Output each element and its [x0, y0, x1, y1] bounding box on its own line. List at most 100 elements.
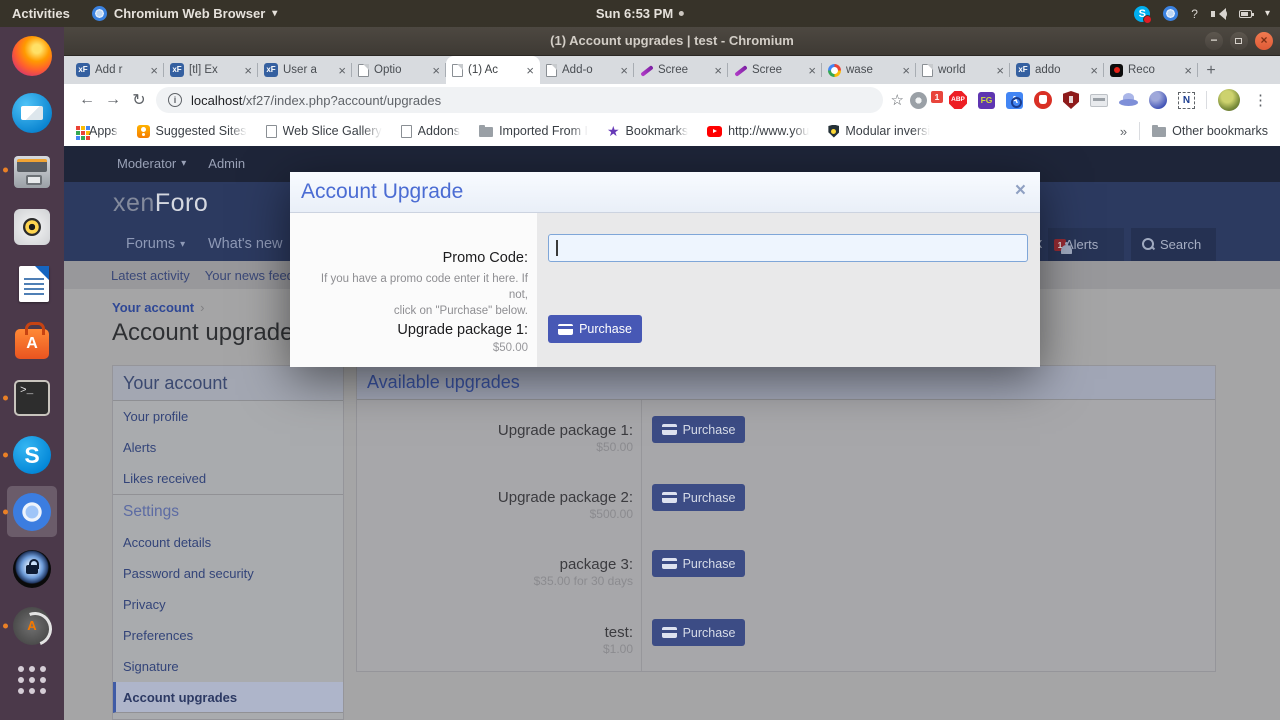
tab-close-icon[interactable]: ×: [150, 63, 158, 78]
site-logo[interactable]: xenForo: [113, 189, 208, 218]
tab-close-icon[interactable]: ×: [996, 63, 1004, 78]
sidebar-item-alerts[interactable]: Alerts: [113, 432, 343, 463]
media-reel-extension-icon[interactable]: [910, 92, 927, 109]
tab-6[interactable]: Add-o×: [540, 56, 634, 84]
new-tab-button[interactable]: +: [1198, 58, 1224, 84]
skype-tray-icon[interactable]: S: [1134, 6, 1150, 22]
purchase-button[interactable]: Purchase: [652, 484, 745, 511]
nav-item-whats-new[interactable]: What's new: [208, 228, 283, 261]
bookmark-youtube[interactable]: http://www.you: [707, 124, 809, 138]
dock-item-chromium[interactable]: [0, 483, 64, 540]
tab-close-icon[interactable]: ×: [1090, 63, 1098, 78]
other-bookmarks-button[interactable]: Other bookmarks: [1152, 124, 1268, 138]
tab-close-icon[interactable]: ×: [714, 63, 722, 78]
bookmark-bookmarks[interactable]: ★Bookmarks: [607, 123, 688, 140]
tab-close-icon[interactable]: ×: [526, 63, 534, 78]
tab-5-active[interactable]: (1) Ac×: [446, 56, 540, 84]
nav-item-alerts[interactable]: 1 Alerts: [1048, 228, 1124, 261]
fg-extension-icon[interactable]: FG: [978, 92, 995, 109]
tab-3[interactable]: xFUser a×: [258, 56, 352, 84]
sidebar-item-account-details[interactable]: Account details: [113, 527, 343, 558]
breadcrumb-item[interactable]: Your account: [112, 300, 194, 315]
sidebar-item-account-upgrades[interactable]: Account upgrades: [113, 682, 343, 713]
profile-avatar[interactable]: [1218, 89, 1240, 111]
tab-2[interactable]: xF[tl] Ex×: [164, 56, 258, 84]
tab-close-icon[interactable]: ×: [432, 63, 440, 78]
tab-12[interactable]: Reco×: [1104, 56, 1198, 84]
site-info-icon[interactable]: i: [168, 93, 182, 107]
bookmark-star-icon[interactable]: ☆: [891, 91, 904, 109]
app-menu[interactable]: Chromium Web Browser ▾: [82, 6, 287, 21]
forward-button[interactable]: →: [100, 91, 126, 109]
dock-item-software-updater[interactable]: A: [0, 597, 64, 654]
subnav-your-news-feed[interactable]: Your news feed: [205, 268, 294, 283]
globe-extension-icon[interactable]: [1149, 91, 1167, 109]
volume-icon[interactable]: [1211, 8, 1226, 20]
dock-item-archive-manager[interactable]: [0, 141, 64, 198]
stop-hand-extension-icon[interactable]: [1034, 91, 1052, 109]
dock-item-ubuntu-software[interactable]: A: [0, 312, 64, 369]
sidebar-item-password-and-security[interactable]: Password and security: [113, 558, 343, 589]
dock-item-skype[interactable]: S: [0, 426, 64, 483]
chevron-down-icon[interactable]: ▾: [1265, 8, 1270, 19]
purchase-button[interactable]: Purchase: [652, 550, 745, 577]
chromium-tray-icon[interactable]: [1163, 6, 1178, 21]
sidebar-item-your-profile[interactable]: Your profile: [113, 401, 343, 432]
battery-icon[interactable]: [1239, 10, 1252, 18]
sidebar-item-privacy[interactable]: Privacy: [113, 589, 343, 620]
bookmarks-overflow-icon[interactable]: »: [1120, 124, 1127, 139]
clock[interactable]: Sun 6:53 PM: [596, 6, 684, 21]
translate-extension-icon[interactable]: A: [1006, 92, 1023, 109]
dock-item-show-applications[interactable]: [0, 654, 64, 711]
activities-button[interactable]: Activities: [0, 6, 82, 21]
purchase-button[interactable]: Purchase: [652, 416, 745, 443]
tab-10[interactable]: world×: [916, 56, 1010, 84]
sidebar-item-signature[interactable]: Signature: [113, 651, 343, 682]
bookmark-addons[interactable]: Addons: [401, 124, 460, 138]
tab-close-icon[interactable]: ×: [244, 63, 252, 78]
purchase-button[interactable]: Purchase: [652, 619, 745, 646]
modal-close-icon[interactable]: ×: [1015, 180, 1026, 202]
nav-item-forums[interactable]: Forums▾: [126, 228, 185, 261]
breadcrumb[interactable]: Your account›: [112, 300, 204, 315]
admin-link[interactable]: Admin: [208, 156, 245, 171]
tab-close-icon[interactable]: ×: [902, 63, 910, 78]
dock-item-rhythmbox[interactable]: [0, 198, 64, 255]
tab-close-icon[interactable]: ×: [808, 63, 816, 78]
tab-8[interactable]: Scree×: [728, 56, 822, 84]
promo-code-input[interactable]: [548, 234, 1028, 262]
close-button[interactable]: ×: [1255, 32, 1273, 50]
sidebar-item-likes-received[interactable]: Likes received: [113, 463, 343, 494]
help-icon[interactable]: ?: [1191, 7, 1198, 21]
dock-item-thunderbird[interactable]: [0, 84, 64, 141]
tab-11[interactable]: xFaddo×: [1010, 56, 1104, 84]
address-bar[interactable]: i localhost/xf27/index.php?account/upgra…: [156, 87, 883, 113]
nav-item-search[interactable]: Search: [1131, 228, 1216, 261]
dark-shield-extension-icon[interactable]: [1063, 91, 1079, 109]
tab-7[interactable]: Scree×: [634, 56, 728, 84]
browser-menu-icon[interactable]: ⋮: [1251, 91, 1270, 109]
bookmark-suggested-sites[interactable]: Suggested Sites: [137, 124, 247, 138]
tab-close-icon[interactable]: ×: [338, 63, 346, 78]
bookmark-imported-folder[interactable]: Imported From I: [479, 124, 588, 138]
tab-close-icon[interactable]: ×: [1184, 63, 1192, 78]
dock-item-keepass[interactable]: [0, 540, 64, 597]
dock-item-firefox[interactable]: [0, 27, 64, 84]
card-extension-icon[interactable]: [1090, 94, 1108, 107]
modal-purchase-button[interactable]: Purchase: [548, 315, 642, 343]
tab-9[interactable]: wase×: [822, 56, 916, 84]
ufo-extension-icon[interactable]: [1119, 92, 1138, 108]
dock-item-terminal[interactable]: >_: [0, 369, 64, 426]
tab-4[interactable]: Optio×: [352, 56, 446, 84]
sidebar-item-preferences[interactable]: Preferences: [113, 620, 343, 651]
adblock-plus-extension-icon[interactable]: ABP: [949, 91, 967, 109]
bookmark-modular-inversion[interactable]: Modular inversi: [828, 124, 930, 138]
reload-button[interactable]: ↻: [126, 90, 152, 110]
bookmark-web-slice-gallery[interactable]: Web Slice Gallery: [266, 124, 382, 138]
bookmark-apps[interactable]: Apps: [76, 124, 118, 138]
window-titlebar[interactable]: (1) Account upgrades | test - Chromium −…: [64, 27, 1280, 56]
tab-1[interactable]: xFAdd r×: [70, 56, 164, 84]
minimize-button[interactable]: −: [1205, 32, 1223, 50]
dock-item-libreoffice-writer[interactable]: [0, 255, 64, 312]
moderator-menu[interactable]: Moderator▾: [117, 156, 186, 171]
